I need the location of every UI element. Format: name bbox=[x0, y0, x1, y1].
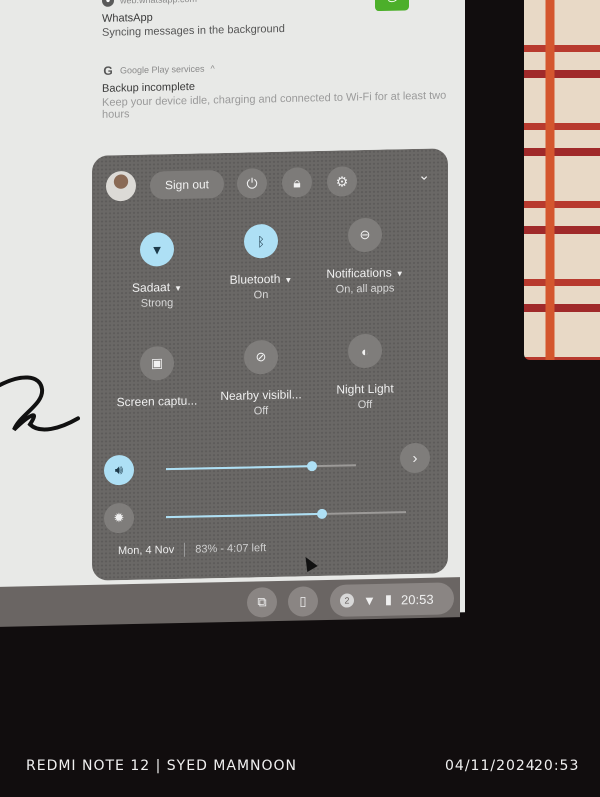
tile-label: Sadaat bbox=[132, 280, 171, 295]
tile-notifications[interactable]: ⊖ Notifications ▼ On, all apps bbox=[310, 217, 420, 296]
chevron-right-icon: › bbox=[412, 449, 418, 467]
audio-settings-button[interactable]: › bbox=[400, 442, 430, 474]
avatar[interactable] bbox=[106, 170, 136, 202]
divider bbox=[184, 542, 186, 557]
notification-google-play[interactable]: G Google Play services ^ Backup incomple… bbox=[102, 58, 447, 121]
tile-label: Notifications bbox=[326, 265, 392, 281]
tile-nearby-visibility[interactable]: ⊘ Nearby visibil... Off bbox=[206, 339, 316, 418]
quick-settings-footer: Mon, 4 Nov 83% - 4:07 left bbox=[118, 541, 266, 558]
tile-label: Nearby visibil... bbox=[220, 387, 302, 404]
settings-button[interactable]: ⚙ bbox=[327, 166, 357, 197]
wifi-icon: ▼ bbox=[363, 592, 376, 608]
screen-capture-icon[interactable]: ▣ bbox=[140, 346, 174, 381]
night-light-icon[interactable]: ◐ bbox=[348, 333, 382, 369]
whatsapp-icon: ✆ bbox=[375, 0, 409, 12]
volume-slider-fill bbox=[166, 465, 313, 471]
notification-source: Google Play services bbox=[120, 63, 205, 76]
volume-icon[interactable]: 🔊︎ bbox=[104, 454, 134, 486]
caret-down-icon[interactable]: ▼ bbox=[396, 269, 404, 278]
expand-icon[interactable]: ^ bbox=[211, 64, 215, 74]
chrome-icon: ● bbox=[102, 0, 114, 7]
tile-bluetooth[interactable]: ᛒ Bluetooth ▼ On bbox=[206, 223, 316, 302]
date-label[interactable]: Mon, 4 Nov bbox=[118, 544, 174, 557]
power-icon: ⏻ bbox=[246, 174, 258, 191]
screen-capture-icon: ⧉ bbox=[257, 594, 267, 610]
notification-count-icon: 2 bbox=[340, 593, 354, 608]
quick-settings-header: Sign out ⏻ 🔒︎ ⚙ ⌄ bbox=[104, 163, 436, 204]
chevron-down-icon: ⌄ bbox=[418, 166, 430, 183]
phone-hub-icon: ▯ bbox=[299, 593, 307, 609]
tile-label: Bluetooth bbox=[229, 271, 281, 287]
volume-slider-thumb[interactable] bbox=[307, 461, 318, 472]
background-plaid-fabric bbox=[524, 0, 600, 360]
tile-status: Off bbox=[357, 398, 373, 412]
battery-status[interactable]: 83% - 4:07 left bbox=[195, 542, 266, 555]
notification-body: Keep your device idle, charging and conn… bbox=[102, 89, 447, 121]
wifi-icon[interactable]: ▼ bbox=[140, 232, 174, 267]
camera-watermark-date: 04/11/2024 bbox=[445, 758, 536, 774]
screen-capture-shelf-button[interactable]: ⧉ bbox=[247, 587, 277, 618]
notification-whatsapp[interactable]: ● web.whatsapp.com WhatsApp Syncing mess… bbox=[102, 0, 447, 39]
brightness-slider[interactable] bbox=[166, 508, 406, 520]
tile-status: Strong bbox=[140, 297, 174, 310]
tray-time: 20:53 bbox=[401, 591, 434, 607]
notification-source: web.whatsapp.com bbox=[120, 0, 197, 5]
gear-icon: ⚙ bbox=[335, 172, 349, 190]
power-button[interactable]: ⏻ bbox=[237, 168, 267, 199]
tile-screen-capture[interactable]: ▣ Screen captu... bbox=[102, 345, 212, 409]
tile-status: On, all apps bbox=[335, 282, 395, 296]
camera-watermark-time: 20:53 bbox=[534, 758, 580, 774]
caret-down-icon[interactable]: ▼ bbox=[284, 276, 292, 285]
sign-out-button[interactable]: Sign out bbox=[150, 169, 224, 200]
google-icon: G bbox=[103, 63, 113, 78]
tile-status: Off bbox=[253, 405, 269, 418]
volume-slider-row: 🔊︎ › bbox=[102, 442, 438, 486]
tile-label: Night Light bbox=[336, 381, 394, 397]
notification-list: ● web.whatsapp.com WhatsApp Syncing mess… bbox=[102, 0, 447, 121]
handwritten-signature bbox=[0, 375, 80, 432]
camera-watermark-device: REDMI NOTE 12 | SYED MAMNOON bbox=[26, 758, 298, 774]
nearby-visibility-icon[interactable]: ⊘ bbox=[244, 339, 278, 375]
collapse-button[interactable]: ⌄ bbox=[418, 167, 430, 184]
bluetooth-icon[interactable]: ᛒ bbox=[244, 223, 278, 259]
lock-button[interactable]: 🔒︎ bbox=[282, 167, 312, 198]
brightness-slider-fill bbox=[166, 512, 322, 519]
do-not-disturb-icon[interactable]: ⊖ bbox=[348, 217, 382, 253]
tile-status: On bbox=[253, 289, 269, 302]
quick-settings-panel: Sign out ⏻ 🔒︎ ⚙ ⌄ ▼ Sadaat ▼ Strong ᛒ Blu… bbox=[92, 148, 448, 581]
brightness-slider-thumb[interactable] bbox=[317, 508, 327, 520]
phone-hub-button[interactable]: ▯ bbox=[288, 586, 318, 617]
brightness-slider-row: ✹ bbox=[102, 496, 438, 534]
caret-down-icon[interactable]: ▼ bbox=[174, 284, 182, 293]
tile-label: Screen captu... bbox=[116, 393, 198, 410]
tile-night-light[interactable]: ◐ Night Light Off bbox=[310, 333, 420, 412]
volume-slider[interactable] bbox=[166, 461, 356, 472]
brightness-icon[interactable]: ✹ bbox=[104, 502, 134, 534]
lock-icon: 🔒︎ bbox=[293, 173, 301, 191]
status-tray[interactable]: 2 ▼ ▮ 20:53 bbox=[330, 582, 454, 617]
tile-wifi[interactable]: ▼ Sadaat ▼ Strong bbox=[102, 231, 212, 310]
battery-icon: ▮ bbox=[384, 591, 393, 607]
